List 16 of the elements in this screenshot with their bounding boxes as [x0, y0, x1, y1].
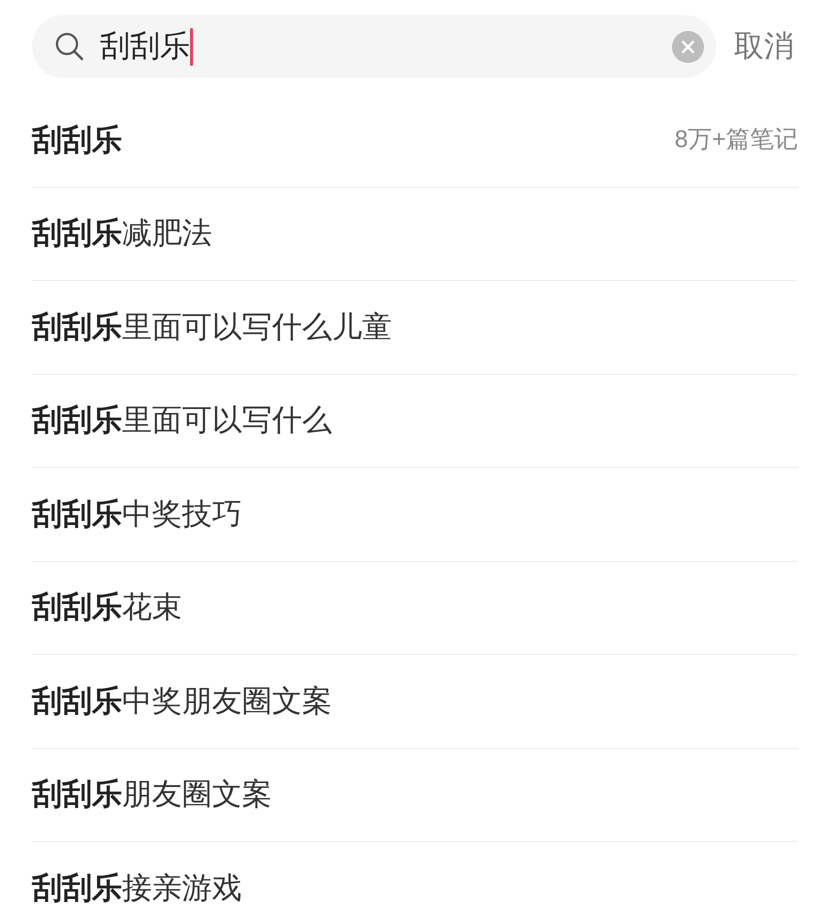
clear-button[interactable] [672, 30, 704, 62]
search-field[interactable]: 刮刮乐 [100, 24, 190, 69]
text-cursor [190, 28, 193, 66]
suggestion-item[interactable]: 刮刮乐里面可以写什么 [32, 398, 332, 444]
suggestion-item[interactable]: 刮刮乐里面可以写什么儿童 [32, 304, 392, 350]
suggestion-item[interactable]: 刮刮乐朋友圈文案 [32, 772, 272, 818]
suggestion-item[interactable]: 刮刮乐花束 [32, 585, 182, 630]
cancel-button[interactable]: 取消 [734, 24, 794, 69]
suggestion-item[interactable]: 刮刮乐接亲游戏 [32, 866, 242, 912]
suggestion-item[interactable]: 刮刮乐中奖朋友圈文案 [32, 678, 332, 724]
close-icon [681, 40, 695, 54]
suggestion-item[interactable]: 刮刮乐中奖技巧 [32, 492, 242, 537]
suggestion-item[interactable]: 刮刮乐减肥法 [32, 211, 212, 256]
search-icon [54, 30, 86, 62]
suggestion-item[interactable]: 刮刮乐 [32, 118, 122, 163]
note-count: 8万+篇笔记 [674, 125, 798, 156]
